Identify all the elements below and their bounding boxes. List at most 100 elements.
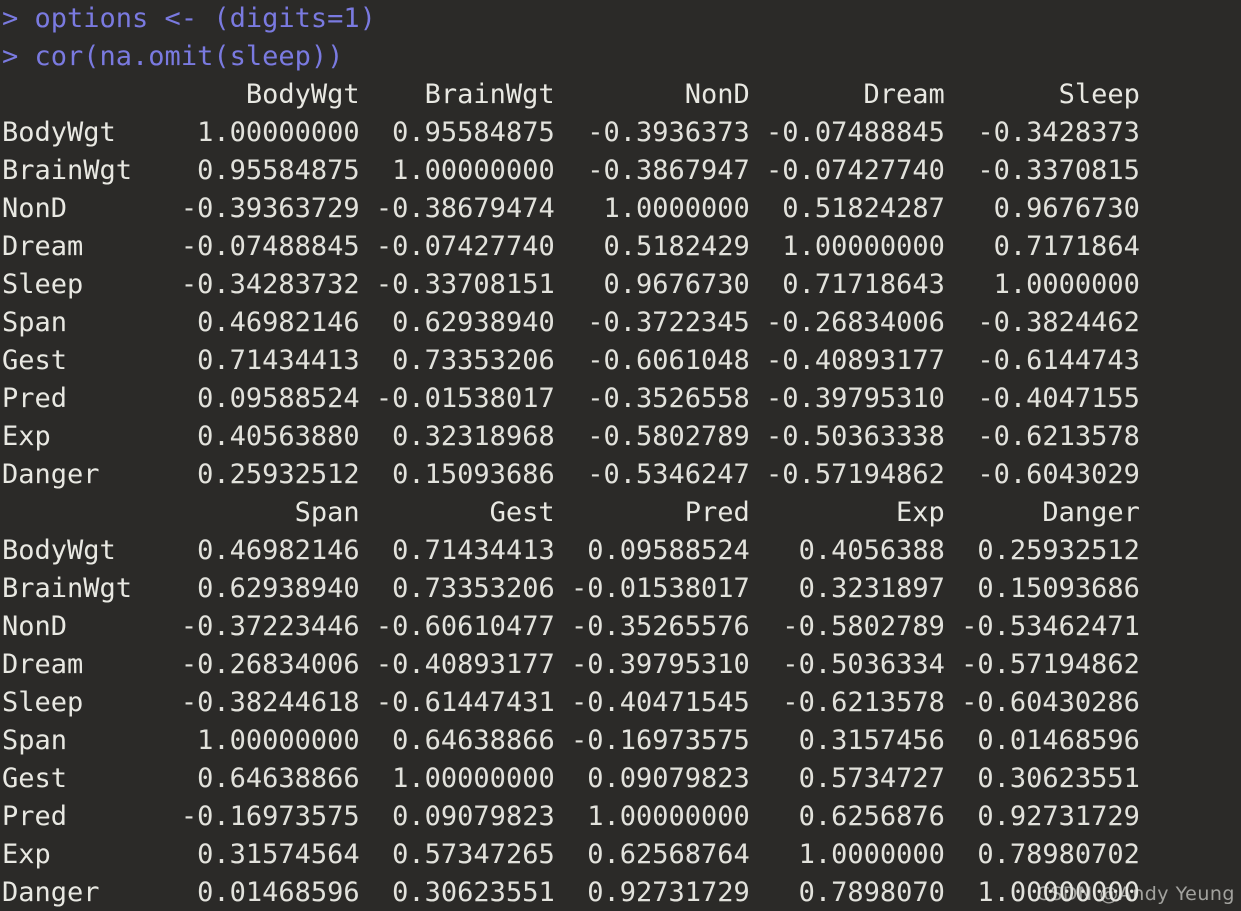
matrix-cell: 1.00000000 — [164, 117, 360, 148]
matrix-cell: -0.40471545 — [554, 687, 750, 718]
matrix-cell: 0.62938940 — [359, 307, 555, 338]
matrix-header-row-1: BodyWgt BrainWgt NonD Dream Sleep — [2, 79, 1140, 110]
prompt-symbol: > — [2, 41, 35, 72]
matrix-cell: -0.5802789 — [749, 611, 945, 642]
matrix-row: Sleep -0.34283732 -0.33708151 0.9676730 … — [0, 266, 1241, 304]
matrix-row: BodyWgt 1.00000000 0.95584875 -0.3936373… — [0, 114, 1241, 152]
matrix-cell: 0.71434413 — [164, 345, 360, 376]
matrix-cell: 0.31574564 — [164, 839, 360, 870]
matrix-row: BrainWgt 0.62938940 0.73353206 -0.015380… — [0, 570, 1241, 608]
matrix-cell: -0.01538017 — [554, 573, 750, 604]
matrix-row-label: Pred — [2, 383, 165, 414]
matrix-cell: -0.3867947 — [554, 155, 750, 186]
r-console-window[interactable]: > options <- (digits=1) > cor(na.omit(sle… — [0, 0, 1241, 911]
matrix-cell: 0.09588524 — [164, 383, 360, 414]
matrix-cell: -0.39363729 — [164, 193, 360, 224]
matrix-cell: -0.50363338 — [749, 421, 945, 452]
matrix-row: Danger 0.01468596 0.30623551 0.92731729 … — [0, 874, 1241, 911]
matrix-row-label: Danger — [2, 459, 165, 490]
matrix-cell: -0.07427740 — [359, 231, 555, 262]
matrix-cell: -0.53462471 — [944, 611, 1140, 642]
matrix-row: Dream -0.07488845 -0.07427740 0.5182429 … — [0, 228, 1241, 266]
matrix-cell: -0.6213578 — [944, 421, 1140, 452]
matrix-cell: -0.5036334 — [749, 649, 945, 680]
matrix-cell: 0.40563880 — [164, 421, 360, 452]
matrix-cell: 0.25932512 — [164, 459, 360, 490]
matrix-cell: 0.92731729 — [944, 801, 1140, 832]
matrix-row-label: Dream — [2, 649, 165, 680]
matrix-cell: 0.25932512 — [944, 535, 1140, 566]
matrix-cell: 0.15093686 — [944, 573, 1140, 604]
matrix-cell: 0.09079823 — [554, 763, 750, 794]
matrix-cell: 1.00000000 — [749, 231, 945, 262]
matrix-row-label: BrainWgt — [2, 573, 165, 604]
matrix-row-label: NonD — [2, 193, 165, 224]
matrix-cell: -0.40893177 — [749, 345, 945, 376]
matrix-row-label: Sleep — [2, 687, 165, 718]
matrix-cell: -0.3936373 — [554, 117, 750, 148]
matrix-cell: -0.5346247 — [554, 459, 750, 490]
matrix-cell: -0.6144743 — [944, 345, 1140, 376]
matrix-cell: -0.3428373 — [944, 117, 1140, 148]
matrix-row: Span 0.46982146 0.62938940 -0.3722345 -0… — [0, 304, 1241, 342]
matrix-cell: -0.61447431 — [359, 687, 555, 718]
matrix-cell: -0.35265576 — [554, 611, 750, 642]
matrix-cell: -0.33708151 — [359, 269, 555, 300]
command-text: options <- (digits=1) — [34, 3, 376, 34]
prompt-symbol: > — [2, 3, 35, 34]
matrix-row: Sleep -0.38244618 -0.61447431 -0.4047154… — [0, 684, 1241, 722]
matrix-cell: -0.4047155 — [944, 383, 1140, 414]
matrix-row: NonD -0.39363729 -0.38679474 1.0000000 0… — [0, 190, 1241, 228]
matrix-cell: -0.3722345 — [554, 307, 750, 338]
matrix-cell: 0.09079823 — [359, 801, 555, 832]
command-line-1: > options <- (digits=1) — [0, 0, 1241, 38]
matrix-row: Exp 0.40563880 0.32318968 -0.5802789 -0.… — [0, 418, 1241, 456]
matrix-cell: 0.30623551 — [359, 877, 555, 908]
matrix-cell: 0.64638866 — [164, 763, 360, 794]
matrix-cell: 0.32318968 — [359, 421, 555, 452]
matrix-cell: 0.46982146 — [164, 307, 360, 338]
matrix-cell: 0.73353206 — [359, 573, 555, 604]
matrix-cell: -0.16973575 — [164, 801, 360, 832]
matrix-cell: 0.95584875 — [359, 117, 555, 148]
matrix-cell: -0.34283732 — [164, 269, 360, 300]
matrix-cell: -0.3526558 — [554, 383, 750, 414]
matrix-cell: -0.38244618 — [164, 687, 360, 718]
matrix-row: Gest 0.64638866 1.00000000 0.09079823 0.… — [0, 760, 1241, 798]
matrix-row-label: BodyWgt — [2, 535, 165, 566]
matrix-row-label: Gest — [2, 345, 165, 376]
command-line-2: > cor(na.omit(sleep)) — [0, 38, 1241, 76]
matrix-row: BodyWgt 0.46982146 0.71434413 0.09588524… — [0, 532, 1241, 570]
matrix-cell: 0.7898070 — [749, 877, 945, 908]
matrix-cell: 0.9676730 — [944, 193, 1140, 224]
matrix-cell: -0.60430286 — [944, 687, 1140, 718]
matrix-cell: 1.00000000 — [164, 725, 360, 756]
matrix-cell: 1.00000000 — [554, 801, 750, 832]
matrix-cell: 1.00000000 — [944, 877, 1140, 908]
matrix-cell: 0.62938940 — [164, 573, 360, 604]
matrix-cell: 1.0000000 — [749, 839, 945, 870]
matrix-cell: 0.92731729 — [554, 877, 750, 908]
matrix-row-label: Span — [2, 307, 165, 338]
matrix-row: Exp 0.31574564 0.57347265 0.62568764 1.0… — [0, 836, 1241, 874]
matrix-cell: 0.5734727 — [749, 763, 945, 794]
matrix-cell: -0.6061048 — [554, 345, 750, 376]
matrix-cell: 0.64638866 — [359, 725, 555, 756]
matrix-cell: 0.09588524 — [554, 535, 750, 566]
matrix-cell: -0.01538017 — [359, 383, 555, 414]
matrix-cell: -0.39795310 — [749, 383, 945, 414]
matrix-cell: 0.71718643 — [749, 269, 945, 300]
matrix-cell: -0.39795310 — [554, 649, 750, 680]
matrix-cell: 1.00000000 — [359, 763, 555, 794]
matrix-cell: 0.57347265 — [359, 839, 555, 870]
matrix-cell: 0.15093686 — [359, 459, 555, 490]
matrix-cell: -0.5802789 — [554, 421, 750, 452]
matrix-row-label: Danger — [2, 877, 165, 908]
matrix-cell: -0.16973575 — [554, 725, 750, 756]
console-output: > options <- (digits=1) > cor(na.omit(sle… — [0, 0, 1241, 911]
matrix-row-label: BrainWgt — [2, 155, 165, 186]
matrix-cell: -0.07427740 — [749, 155, 945, 186]
matrix-cell: -0.07488845 — [749, 117, 945, 148]
matrix-cell: 0.3231897 — [749, 573, 945, 604]
matrix-cell: 0.6256876 — [749, 801, 945, 832]
